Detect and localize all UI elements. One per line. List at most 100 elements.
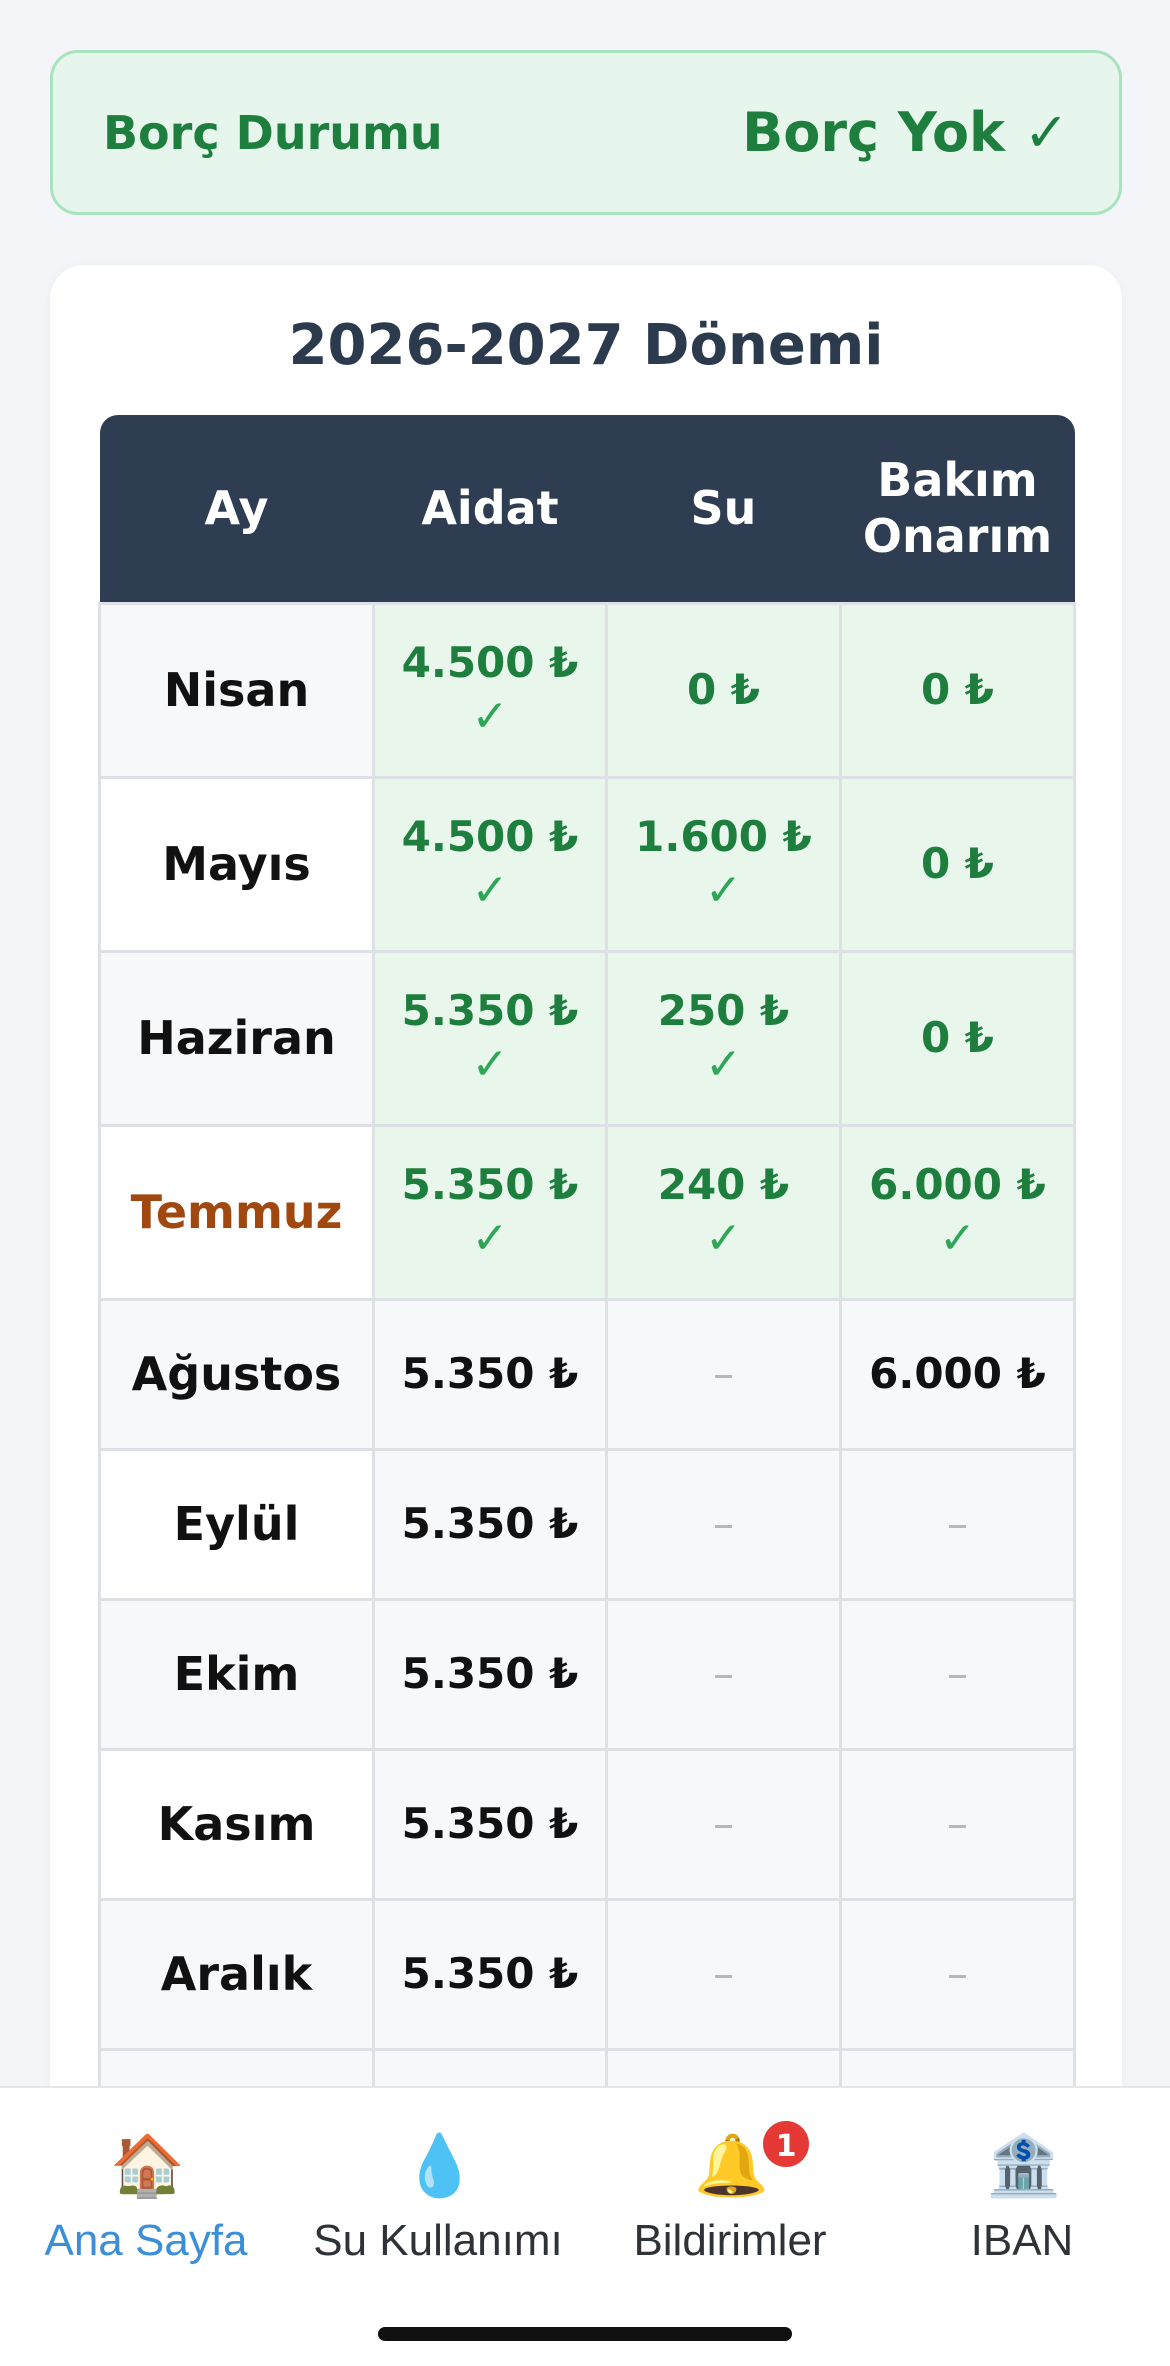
table-row: Nisan 4.500 ₺ ✓ 0 ₺ 0 ₺ xyxy=(98,601,1076,779)
amount-text: – xyxy=(947,1499,968,1548)
table-row: Ekim 5.350 ₺ – – xyxy=(98,1597,1076,1751)
amount-text: 5.350 ₺ xyxy=(401,1349,579,1398)
table-row: Temmuz 5.350 ₺ ✓ 240 ₺ ✓ 6.000 ₺ ✓ xyxy=(98,1123,1076,1301)
home-indicator xyxy=(378,2327,792,2341)
tab-notifications-label: Bildirimler xyxy=(633,2216,827,2265)
maintenance-cell: 0 ₺ xyxy=(839,601,1076,779)
dues-cell: 4.500 ₺ ✓ xyxy=(372,775,608,953)
check-icon: ✓ xyxy=(471,691,509,742)
check-icon: ✓ xyxy=(471,865,509,916)
maintenance-cell: 0 ₺ xyxy=(839,775,1076,953)
water-cell: – xyxy=(605,1897,842,2051)
tab-water-usage-label: Su Kullanımı xyxy=(313,2216,563,2265)
app-screen: Borç Durumu Borç Yok ✓ 2026-2027 Dönemi … xyxy=(0,0,1170,2366)
water-cell: – xyxy=(605,1597,842,1751)
amount-text: 0 ₺ xyxy=(686,665,761,714)
debt-status-value: Borç Yok ✓ xyxy=(742,101,1069,164)
amount-text: – xyxy=(947,1649,968,1698)
bottom-tab-bar: 🏠 Ana Sayfa 💧 Su Kullanımı 🔔 1 Bildiriml… xyxy=(0,2086,1170,2366)
bank-icon: 🏦 xyxy=(986,2131,1061,2201)
debt-status-label: Borç Durumu xyxy=(103,105,443,160)
dues-cell: 5.350 ₺ ✓ xyxy=(372,1123,608,1301)
month-cell: Ağustos xyxy=(98,1297,375,1451)
amount-text: 5.350 ₺ xyxy=(401,1649,579,1698)
header-water: Su xyxy=(606,415,841,603)
tab-home-label: Ana Sayfa xyxy=(44,2216,248,2265)
house-icon: 🏠 xyxy=(110,2131,185,2201)
amount-text: 5.350 ₺ xyxy=(401,1799,579,1848)
dues-cell: 5.350 ₺ ✓ xyxy=(372,949,608,1127)
amount-text: – xyxy=(713,1649,734,1698)
bell-icon: 🔔 xyxy=(694,2131,769,2201)
maintenance-cell: 6.000 ₺ xyxy=(839,1297,1076,1451)
amount-text: 0 ₺ xyxy=(920,665,995,714)
amount-text: – xyxy=(947,1949,968,1998)
amount-text: 5.350 ₺ xyxy=(401,1499,579,1548)
water-cell: 1.600 ₺ ✓ xyxy=(605,775,842,953)
amount-text: 0 ₺ xyxy=(920,839,995,888)
water-cell: 250 ₺ ✓ xyxy=(605,949,842,1127)
period-card: 2026-2027 Dönemi Ay Aidat Su Bakım Onarı… xyxy=(50,265,1122,2366)
dues-cell: 4.500 ₺ ✓ xyxy=(372,601,608,779)
amount-text: 4.500 ₺ xyxy=(401,812,579,861)
water-drop-icon: 💧 xyxy=(402,2131,477,2201)
amount-text: 250 ₺ xyxy=(657,986,790,1035)
month-cell: Mayıs xyxy=(98,775,375,953)
notification-badge: 1 xyxy=(760,2118,812,2170)
amount-text: 240 ₺ xyxy=(657,1160,790,1209)
tab-iban[interactable]: 🏦 IBAN xyxy=(876,2088,1168,2288)
maintenance-cell: – xyxy=(839,1597,1076,1751)
month-cell: Temmuz xyxy=(98,1123,375,1301)
month-cell: Kasım xyxy=(98,1747,375,1901)
table-row: Kasım 5.350 ₺ – – xyxy=(98,1747,1076,1901)
amount-text: 5.350 ₺ xyxy=(401,986,579,1035)
check-icon: ✓ xyxy=(471,1039,509,1090)
amount-text: – xyxy=(713,1499,734,1548)
table-row: Ağustos 5.350 ₺ – 6.000 ₺ xyxy=(98,1297,1076,1451)
tab-notifications[interactable]: 🔔 1 Bildirimler xyxy=(584,2088,876,2288)
amount-text: 5.350 ₺ xyxy=(401,1160,579,1209)
amount-text: 6.000 ₺ xyxy=(869,1349,1046,1398)
tab-water-usage[interactable]: 💧 Su Kullanımı xyxy=(292,2088,584,2288)
table-header-row: Ay Aidat Su Bakım Onarım xyxy=(99,415,1075,603)
dues-cell: 5.350 ₺ xyxy=(372,1297,608,1451)
table-row: Haziran 5.350 ₺ ✓ 250 ₺ ✓ 0 ₺ xyxy=(98,949,1076,1127)
check-icon: ✓ xyxy=(939,1213,976,1264)
water-cell: – xyxy=(605,1447,842,1601)
amount-text: 4.500 ₺ xyxy=(401,638,579,687)
amount-text: 0 ₺ xyxy=(920,1013,995,1062)
table-body: Nisan 4.500 ₺ ✓ 0 ₺ 0 ₺ Mayıs 4.500 ₺ ✓ 1.600 ₺ ✓… xyxy=(98,601,1076,2131)
maintenance-cell: – xyxy=(839,1897,1076,2051)
amount-text: 6.000 ₺ xyxy=(869,1160,1046,1209)
amount-text: 5.350 ₺ xyxy=(401,1949,579,1998)
table-row: Mayıs 4.500 ₺ ✓ 1.600 ₺ ✓ 0 ₺ xyxy=(98,775,1076,953)
maintenance-cell: – xyxy=(839,1447,1076,1601)
debt-status-card: Borç Durumu Borç Yok ✓ xyxy=(50,50,1122,215)
period-title: 2026-2027 Dönemi xyxy=(288,313,884,378)
check-icon: ✓ xyxy=(705,865,742,916)
dues-cell: 5.350 ₺ xyxy=(372,1597,608,1751)
table-row: Aralık 5.350 ₺ – – xyxy=(98,1897,1076,2051)
tab-iban-label: IBAN xyxy=(970,2216,1074,2265)
water-cell: 240 ₺ ✓ xyxy=(605,1123,842,1301)
water-cell: 0 ₺ xyxy=(605,601,842,779)
dues-cell: 5.350 ₺ xyxy=(372,1747,608,1901)
tab-home[interactable]: 🏠 Ana Sayfa xyxy=(0,2088,292,2288)
header-dues: Aidat xyxy=(373,415,607,603)
maintenance-cell: – xyxy=(839,1747,1076,1901)
maintenance-cell: 6.000 ₺ ✓ xyxy=(839,1123,1076,1301)
amount-text: – xyxy=(713,1949,734,1998)
dues-cell: 5.350 ₺ xyxy=(372,1447,608,1601)
amount-text: – xyxy=(713,1799,734,1848)
check-icon: ✓ xyxy=(705,1039,742,1090)
month-cell: Ekim xyxy=(98,1597,375,1751)
header-maintenance: Bakım Onarım xyxy=(840,415,1075,603)
month-cell: Nisan xyxy=(98,601,375,779)
check-icon: ✓ xyxy=(705,1213,742,1264)
water-cell: – xyxy=(605,1297,842,1451)
month-cell: Aralık xyxy=(98,1897,375,2051)
month-cell: Haziran xyxy=(98,949,375,1127)
maintenance-cell: 0 ₺ xyxy=(839,949,1076,1127)
payments-table: Ay Aidat Su Bakım Onarım Nisan 4.500 ₺ ✓ 0 … xyxy=(98,415,1076,2131)
dues-cell: 5.350 ₺ xyxy=(372,1897,608,2051)
